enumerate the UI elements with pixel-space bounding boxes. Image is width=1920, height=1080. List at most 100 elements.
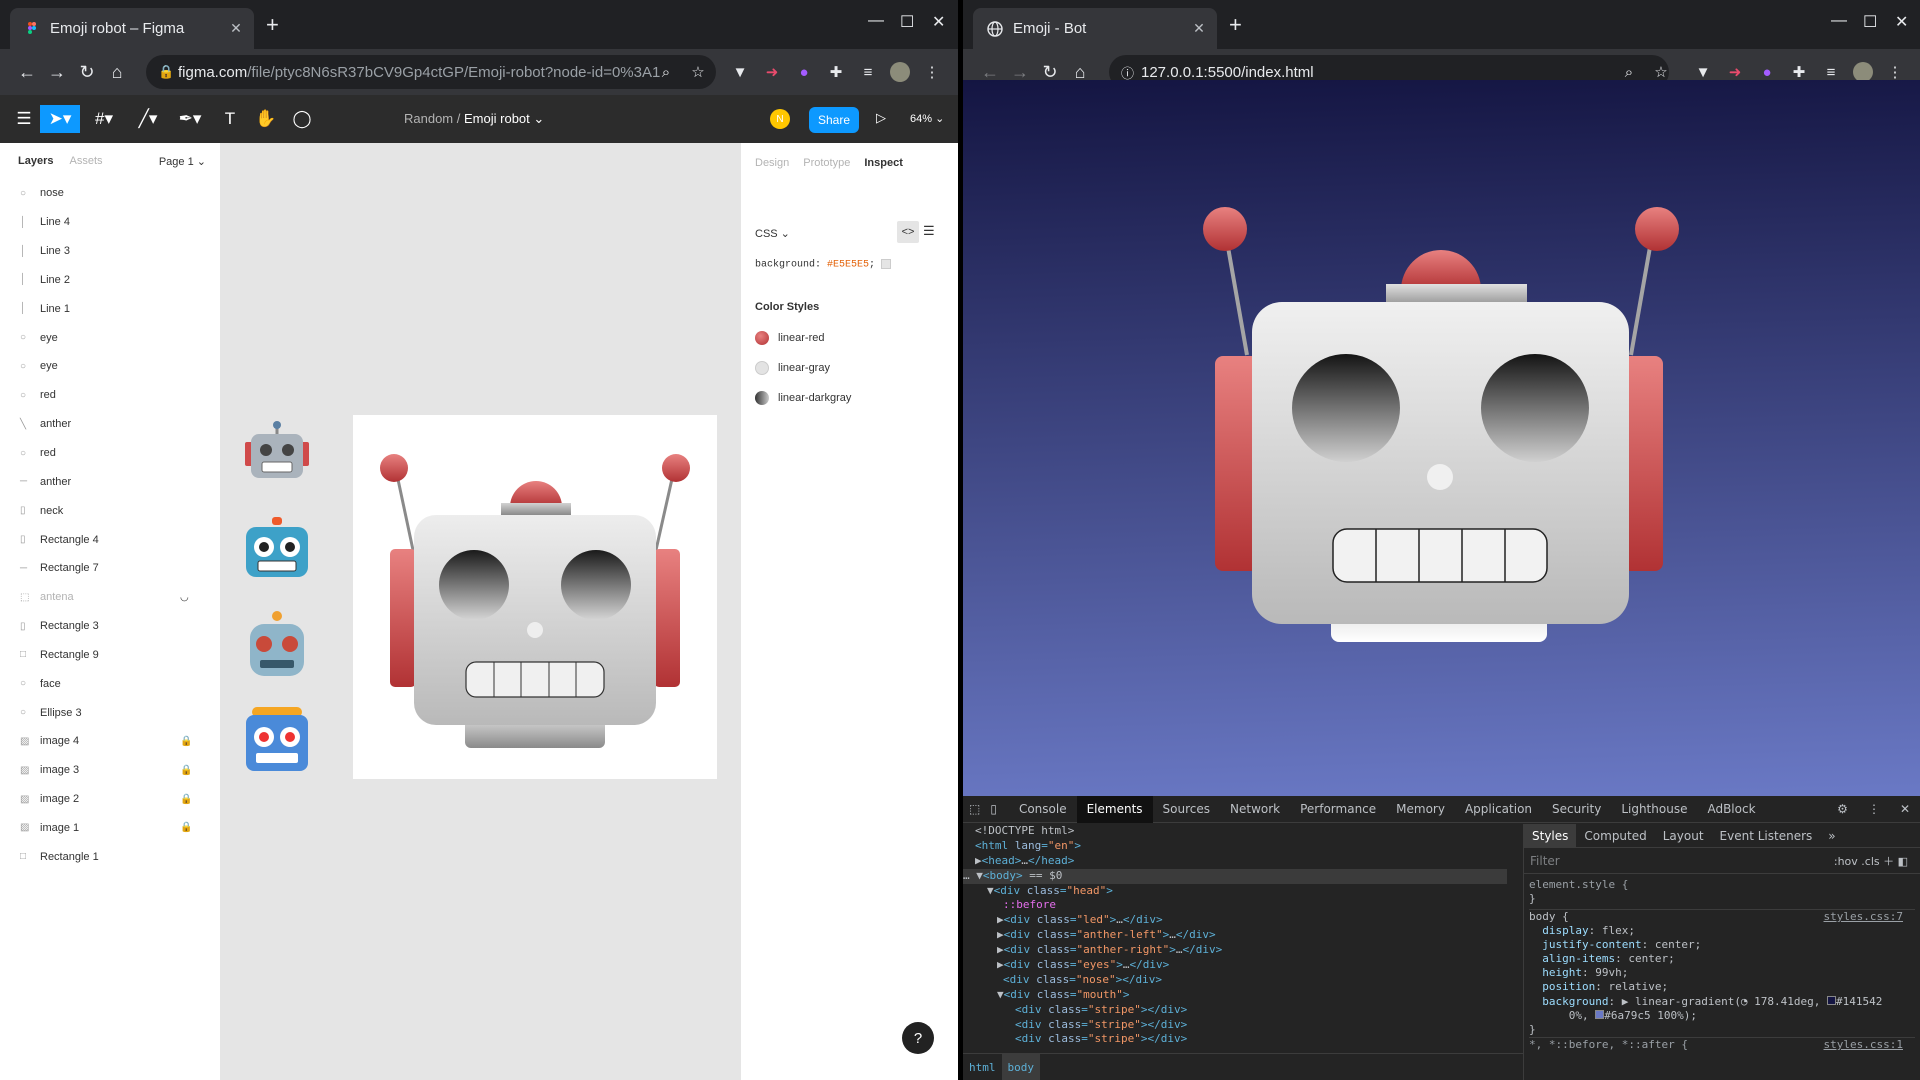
breadcrumb-html[interactable]: html [963,1054,1002,1080]
layer-item[interactable]: ⬚ antena ◡ [0,583,220,612]
close-window-icon[interactable]: ✕ [932,12,945,32]
dom-node[interactable]: <!DOCTYPE html> [963,824,1507,839]
tab-inspect[interactable]: Inspect [864,157,903,169]
layer-item[interactable]: ▯ Rectangle 3 [0,612,220,641]
file-breadcrumb[interactable]: Random / Emoji robot ⌄ [404,111,544,127]
layer-item[interactable]: ▨ image 3 🔒 [0,756,220,785]
hov-cls-toggles[interactable]: :hov .cls ＋ ◧ [1834,853,1908,869]
frame-tool-icon[interactable]: #▾ [90,105,118,133]
devtools-menu-icon[interactable]: ⋮ [1858,796,1890,823]
robot-emoji-image-4[interactable] [242,703,312,775]
tab-prototype[interactable]: Prototype [803,157,850,169]
layer-item[interactable]: ▨ image 4 🔒 [0,727,220,756]
layer-item[interactable]: │ Line 3 [0,237,220,266]
user-avatar[interactable]: N [770,109,790,129]
layer-item[interactable]: ○ red [0,381,220,410]
tab-performance[interactable]: Performance [1290,796,1386,823]
minimize-icon[interactable]: — [1831,12,1847,30]
layer-item[interactable]: ╲ anther [0,410,220,439]
artboard-frame[interactable] [353,415,717,779]
new-tab-icon[interactable]: + [266,14,279,36]
share-button[interactable]: Share [809,107,859,133]
menu-dots-icon[interactable]: ⋮ [922,62,942,82]
back-icon[interactable]: ← [12,62,42,83]
new-tab-icon[interactable]: + [1229,14,1242,36]
extension-red-icon[interactable]: ➜ [1725,62,1745,82]
main-menu-icon[interactable]: ☰ [10,105,38,133]
color-style-item[interactable]: linear-red [755,331,824,345]
dom-node-selected[interactable]: … ▼<body> == $0 [963,868,1507,884]
reload-icon[interactable]: ↻ [72,62,102,83]
dom-node[interactable]: ▶<div class="anther-left">…</div> [963,928,1507,943]
page-selector[interactable]: Page 1 ⌄ [159,155,206,168]
stylesheet-link[interactable]: styles.css:1 [1824,1038,1903,1052]
tab-console[interactable]: Console [1009,796,1077,823]
browser-tab-figma[interactable]: Emoji robot – Figma ✕ [10,8,254,49]
color-style-item[interactable]: linear-darkgray [755,391,851,405]
tab-styles[interactable]: Styles [1524,823,1577,848]
dom-node[interactable]: <div class="stripe"></div> [963,1032,1507,1047]
extension-purple-icon[interactable]: ● [1757,62,1777,82]
tab-design[interactable]: Design [755,157,789,169]
home-icon[interactable]: ⌂ [102,62,132,83]
dom-node[interactable]: ▼<div class="head"> [963,884,1507,899]
tab-sources[interactable]: Sources [1153,796,1220,823]
tab-adblock[interactable]: AdBlock [1697,796,1765,823]
layer-item[interactable]: ○ face [0,669,220,698]
robot-emoji-image-1[interactable] [242,420,312,492]
lock-icon[interactable]: 🔒 [180,822,192,833]
tab-lighthouse[interactable]: Lighthouse [1611,796,1697,823]
robot-emoji-image-2[interactable] [242,515,312,587]
lock-icon[interactable]: 🔒 [180,736,192,747]
present-play-icon[interactable]: ▷ [876,110,886,126]
lock-icon[interactable]: 🔒 [180,765,192,776]
list-view-icon[interactable]: ☰ [923,223,935,239]
inspect-element-icon[interactable]: ⬚ [963,796,986,823]
style-rules[interactable]: element.style { } body {styles.css:7 dis… [1524,878,1920,1051]
tab-elements[interactable]: Elements [1076,795,1153,823]
profile-avatar-icon[interactable] [890,62,910,82]
bookmark-star-icon[interactable]: ☆ [1651,62,1671,82]
layer-item[interactable]: ▨ image 1 🔒 [0,814,220,843]
help-button[interactable]: ? [902,1022,934,1054]
layer-item[interactable]: ▯ Rectangle 4 [0,525,220,554]
layer-item[interactable]: ─ Rectangle 7 [0,554,220,583]
reading-list-icon[interactable]: ≡ [1821,62,1841,82]
styles-filter-input[interactable]: Filter :hov .cls ＋ ◧ [1524,848,1920,874]
hidden-eye-icon[interactable]: ◡ [180,592,189,603]
tab-network[interactable]: Network [1220,796,1290,823]
layer-item[interactable]: │ Line 1 [0,294,220,323]
color-style-item[interactable]: linear-gray [755,361,830,375]
vue-devtools-icon[interactable]: ▼ [730,62,750,82]
dom-node[interactable]: ▶<div class="led">…</div> [963,913,1507,928]
dom-node[interactable]: <div class="stripe"></div> [963,1018,1507,1033]
file-name[interactable]: Emoji robot [464,111,530,126]
stylesheet-link[interactable]: styles.css:7 [1824,910,1903,924]
dom-node[interactable]: ▶<div class="anther-right">…</div> [963,943,1507,958]
tab-event-listeners[interactable]: Event Listeners [1712,824,1821,848]
tab-layers[interactable]: Layers [18,155,53,167]
settings-gear-icon[interactable]: ⚙ [1827,796,1858,823]
dom-node[interactable]: ▶<div class="eyes">…</div> [963,958,1507,973]
browser-tab-emoji-bot[interactable]: Emoji - Bot ✕ [973,8,1217,49]
tab-computed[interactable]: Computed [1576,824,1654,848]
address-bar[interactable]: 🔒 figma.com/file/ptyc8N6sR37bCV9Gp4ctGP/… [146,55,716,89]
zoom-dropdown[interactable]: 64% ⌄ [910,112,944,125]
layer-item[interactable]: ─ anther [0,467,220,496]
layer-item[interactable]: ○ Ellipse 3 [0,698,220,727]
close-devtools-icon[interactable]: ✕ [1890,796,1920,823]
hand-tool-icon[interactable]: ✋ [252,105,280,133]
layer-item[interactable]: ○ eye [0,352,220,381]
dom-node[interactable]: <html lang="en"> [963,839,1507,854]
code-language-dropdown[interactable]: CSS ⌄ [755,227,790,240]
layer-item[interactable]: ▯ neck [0,496,220,525]
code-view-icon[interactable]: <> [897,221,919,243]
tab-memory[interactable]: Memory [1386,796,1455,823]
close-tab-icon[interactable]: ✕ [1191,20,1207,37]
reading-list-icon[interactable]: ≡ [858,62,878,82]
dom-node[interactable]: <div class="stripe"></div> [963,1003,1507,1018]
profile-avatar-icon[interactable] [1853,62,1873,82]
layer-item[interactable]: □ Rectangle 1 [0,842,220,871]
maximize-icon[interactable]: ☐ [900,12,914,32]
shape-tool-icon[interactable]: ╱▾ [134,105,162,133]
